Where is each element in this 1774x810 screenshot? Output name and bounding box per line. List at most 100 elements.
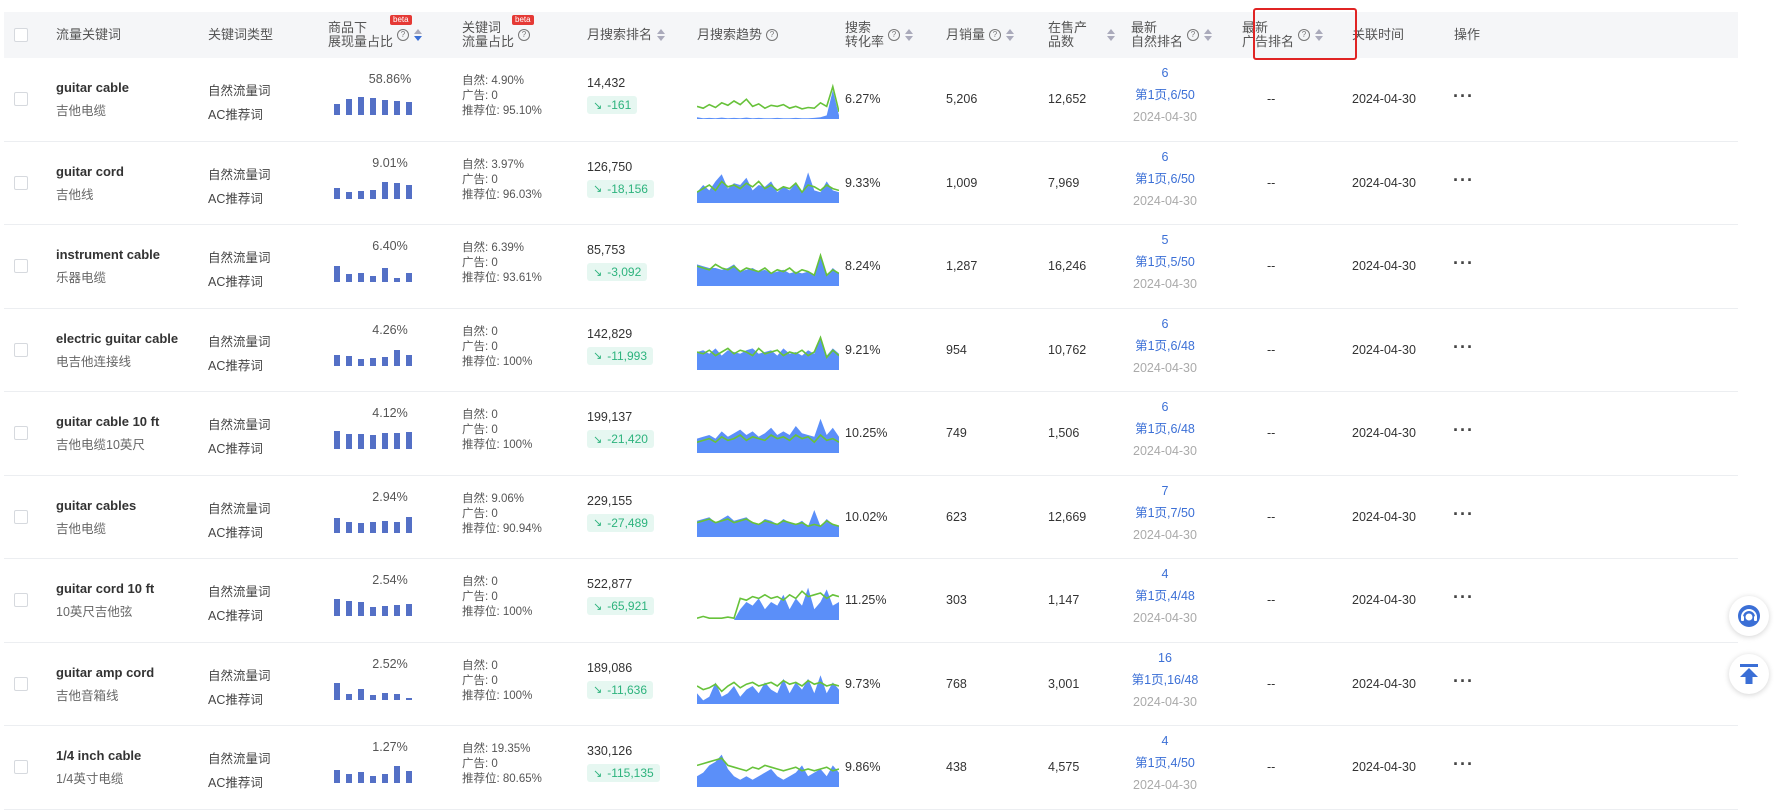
row-checkbox[interactable] xyxy=(14,92,28,106)
help-icon[interactable]: ? xyxy=(888,29,901,41)
display-share-value: 4.12% xyxy=(372,406,408,420)
monthly-trend-cell[interactable] xyxy=(697,334,839,370)
organic-rank-page[interactable]: 第1页,7/50 xyxy=(1120,502,1210,524)
row-checkbox[interactable] xyxy=(14,259,28,273)
organic-rank-number[interactable]: 4 xyxy=(1120,730,1210,752)
traffic-share-recommended-label: 推荐位: xyxy=(462,272,503,284)
row-checkbox[interactable] xyxy=(14,593,28,607)
sort-icon[interactable] xyxy=(1006,29,1015,41)
more-options-icon[interactable]: ··· xyxy=(1453,420,1474,441)
row-checkbox[interactable] xyxy=(14,175,28,190)
monthly-trend-cell[interactable] xyxy=(697,751,839,787)
organic-rank-page[interactable]: 第1页,16/48 xyxy=(1120,669,1210,691)
sparkline-chart xyxy=(697,83,839,119)
latest-ad-rank: -- xyxy=(1267,342,1276,357)
keyword-english[interactable]: guitar cord xyxy=(56,164,124,179)
monthly-trend-cell[interactable] xyxy=(697,584,839,620)
traffic-share-natural: 自然: 0 xyxy=(462,325,532,340)
monthly-trend-cell[interactable] xyxy=(697,501,839,537)
mini-bar xyxy=(358,434,364,449)
more-options-icon[interactable]: ··· xyxy=(1453,754,1474,775)
more-options-icon[interactable]: ··· xyxy=(1453,671,1474,692)
traffic-share-recommended: 推荐位: 96.03% xyxy=(462,188,542,203)
latest-ad-rank: -- xyxy=(1267,175,1276,190)
select-all-checkbox[interactable] xyxy=(14,28,28,42)
monthly-trend-cell[interactable] xyxy=(697,83,839,119)
rank-change-value: -11,993 xyxy=(607,348,648,363)
row-checkbox[interactable] xyxy=(14,760,28,774)
organic-rank-page[interactable]: 第1页,6/50 xyxy=(1120,168,1210,190)
sort-icon[interactable] xyxy=(1204,29,1213,41)
keyword-english[interactable]: electric guitar cable xyxy=(56,331,178,346)
monthly-trend-cell[interactable] xyxy=(697,668,839,704)
header-monthly-rank[interactable]: 月搜索排名 xyxy=(587,12,666,58)
organic-rank-page[interactable]: 第1页,4/50 xyxy=(1120,752,1210,774)
organic-rank-page[interactable]: 第1页,6/50 xyxy=(1120,84,1210,106)
help-icon[interactable]: ? xyxy=(518,29,531,41)
header-monthly-sales[interactable]: 月销量 ? xyxy=(946,12,1015,58)
keyword-type-cell: 自然流量词 AC推荐词 xyxy=(208,665,271,708)
row-checkbox[interactable] xyxy=(14,509,28,524)
table-row: guitar cable 吉他电缆 自然流量词 AC推荐词 58.86% 自然: 4.90… xyxy=(4,58,1738,142)
monthly-sales: 954 xyxy=(946,342,967,357)
monthly-rank-value: 229,155 xyxy=(587,493,633,508)
keyword-english[interactable]: guitar cable xyxy=(56,80,129,95)
monthly-trend-cell[interactable] xyxy=(697,250,839,286)
monthly-sales: 768 xyxy=(946,676,967,691)
mini-bar xyxy=(406,354,412,366)
beta-badge: beta xyxy=(512,15,534,25)
more-options-icon[interactable]: ··· xyxy=(1453,253,1474,274)
sort-icon[interactable] xyxy=(414,29,423,41)
organic-rank-number[interactable]: 6 xyxy=(1120,146,1210,168)
keyword-type-cell: 自然流量词 AC推荐词 xyxy=(208,498,271,541)
sort-icon[interactable] xyxy=(1107,29,1116,41)
organic-rank-page[interactable]: 第1页,6/48 xyxy=(1120,418,1210,440)
more-options-icon[interactable]: ··· xyxy=(1453,587,1474,608)
keyword-english[interactable]: guitar cable 10 ft xyxy=(56,414,159,429)
traffic-share-cell: 自然: 9.06% 广告: 0 推荐位: 90.94% xyxy=(462,492,542,537)
row-checkbox[interactable] xyxy=(14,426,28,440)
sort-icon[interactable] xyxy=(657,29,666,41)
row-checkbox[interactable] xyxy=(14,342,28,357)
organic-rank-number[interactable]: 7 xyxy=(1120,480,1210,502)
organic-rank-number[interactable]: 4 xyxy=(1120,563,1210,585)
customer-service-button[interactable] xyxy=(1729,596,1769,636)
traffic-share-natural-label: 自然: xyxy=(462,492,492,505)
help-icon[interactable]: ? xyxy=(766,29,779,41)
monthly-trend-cell[interactable] xyxy=(697,167,839,203)
monthly-trend-cell[interactable] xyxy=(697,417,839,453)
more-options-icon[interactable]: ··· xyxy=(1453,504,1474,525)
sort-icon[interactable] xyxy=(905,29,914,41)
organic-rank-page[interactable]: 第1页,5/50 xyxy=(1120,251,1210,273)
more-options-icon[interactable]: ··· xyxy=(1453,86,1474,107)
link-time: 2024-04-30 xyxy=(1352,426,1416,440)
organic-rank-number[interactable]: 6 xyxy=(1120,62,1210,84)
more-options-icon[interactable]: ··· xyxy=(1453,337,1474,358)
header-latest-organic-rank[interactable]: 最新 自然排名 ? xyxy=(1131,12,1213,58)
organic-rank-number[interactable]: 5 xyxy=(1120,229,1210,251)
help-icon[interactable]: ? xyxy=(1187,29,1200,41)
more-options-icon[interactable]: ··· xyxy=(1453,170,1474,191)
organic-rank-page[interactable]: 第1页,4/48 xyxy=(1120,585,1210,607)
organic-rank-date: 2024-04-30 xyxy=(1133,444,1197,458)
organic-rank-number[interactable]: 16 xyxy=(1120,647,1210,669)
keyword-english[interactable]: instrument cable xyxy=(56,247,160,262)
row-checkbox[interactable] xyxy=(14,676,28,691)
organic-rank-page[interactable]: 第1页,6/48 xyxy=(1120,335,1210,357)
mini-bar xyxy=(334,431,340,449)
display-share-value: 2.94% xyxy=(372,489,408,504)
mini-bar xyxy=(406,604,412,616)
rank-change-badge: ↘ -21,420 xyxy=(587,430,654,448)
keyword-english[interactable]: 1/4 inch cable xyxy=(56,748,141,763)
header-conversion[interactable]: 搜索 转化率 ? xyxy=(845,12,914,58)
header-display-share[interactable]: 商品下 展现量占比 ? beta xyxy=(328,12,423,58)
keyword-english[interactable]: guitar cord 10 ft xyxy=(56,581,154,596)
header-on-sale[interactable]: 在售产 品数 xyxy=(1048,12,1116,58)
help-icon[interactable]: ? xyxy=(989,29,1002,41)
organic-rank-number[interactable]: 6 xyxy=(1120,313,1210,335)
keyword-english[interactable]: guitar amp cord xyxy=(56,665,154,680)
organic-rank-number[interactable]: 6 xyxy=(1120,396,1210,418)
back-to-top-button[interactable] xyxy=(1729,654,1769,694)
keyword-english[interactable]: guitar cables xyxy=(56,498,136,513)
help-icon[interactable]: ? xyxy=(397,29,410,41)
